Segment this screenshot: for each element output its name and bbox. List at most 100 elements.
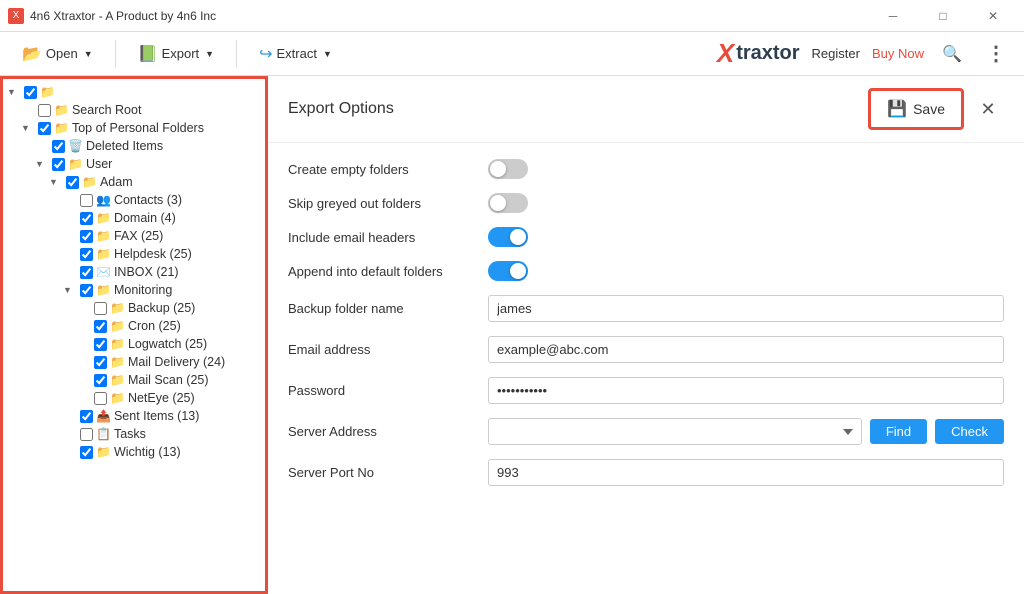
- search-icon-btn[interactable]: 🔍: [936, 38, 968, 70]
- text-input-5[interactable]: [488, 336, 1004, 363]
- tree-item-icon-20: 📁: [96, 445, 111, 459]
- tree-checkbox-10[interactable]: [80, 266, 93, 279]
- tree-item-5[interactable]: ▼📁Adam: [3, 173, 265, 191]
- tree-item-label-17: NetEye (25): [128, 391, 195, 405]
- export-options-panel: Export Options 💾 Save ✕ Create empty fol…: [268, 76, 1024, 594]
- tree-item-8[interactable]: 📁FAX (25): [3, 227, 265, 245]
- tree-item-14[interactable]: 📁Logwatch (25): [3, 335, 265, 353]
- tree-checkbox-2[interactable]: [38, 122, 51, 135]
- tree-checkbox-4[interactable]: [52, 158, 65, 171]
- tree-item-9[interactable]: 📁Helpdesk (25): [3, 245, 265, 263]
- tree-checkbox-5[interactable]: [66, 176, 79, 189]
- tree-checkbox-6[interactable]: [80, 194, 93, 207]
- toggle-1[interactable]: [488, 193, 528, 213]
- tree-checkbox-9[interactable]: [80, 248, 93, 261]
- toggle-knob-1: [490, 195, 506, 211]
- tree-item-7[interactable]: 📁Domain (4): [3, 209, 265, 227]
- tree-toggle-2[interactable]: ▼: [21, 123, 35, 133]
- tree-item-1[interactable]: 📁Search Root: [3, 101, 265, 119]
- logo-x: X: [717, 38, 734, 69]
- tree-checkbox-0[interactable]: [24, 86, 37, 99]
- main-content: ▼📁📁Search Root▼📁Top of Personal Folders🗑…: [0, 76, 1024, 594]
- maximize-button[interactable]: □: [920, 0, 966, 32]
- tree-checkbox-14[interactable]: [94, 338, 107, 351]
- separator-1: [115, 40, 116, 68]
- server-row: Find Check: [488, 418, 1004, 445]
- tree-item-11[interactable]: ▼📁Monitoring: [3, 281, 265, 299]
- form-label-4: Backup folder name: [288, 301, 488, 316]
- tree-checkbox-20[interactable]: [80, 446, 93, 459]
- tree-item-17[interactable]: 📁NetEye (25): [3, 389, 265, 407]
- tree-item-icon-3: 🗑️: [68, 139, 83, 153]
- tree-item-icon-9: 📁: [96, 247, 111, 261]
- tree-checkbox-15[interactable]: [94, 356, 107, 369]
- tree-toggle-11[interactable]: ▼: [63, 285, 77, 295]
- extract-button[interactable]: ↪ Extract ▼: [249, 39, 342, 69]
- tree-item-12[interactable]: 📁Backup (25): [3, 299, 265, 317]
- tree-item-0[interactable]: ▼📁: [3, 83, 265, 101]
- tree-item-label-2: Top of Personal Folders: [72, 121, 204, 135]
- tree-toggle-5[interactable]: ▼: [49, 177, 63, 187]
- save-button[interactable]: 💾 Save: [868, 88, 964, 130]
- form-row-5: Email address: [288, 336, 1004, 363]
- app-icon: X: [8, 8, 24, 24]
- tree-item-label-19: Tasks: [114, 427, 146, 441]
- tree-checkbox-11[interactable]: [80, 284, 93, 297]
- form-row-3: Append into default folders: [288, 261, 1004, 281]
- tree-item-label-6: Contacts (3): [114, 193, 182, 207]
- tree-item-16[interactable]: 📁Mail Scan (25): [3, 371, 265, 389]
- tree-item-6[interactable]: 👥Contacts (3): [3, 191, 265, 209]
- toggle-2[interactable]: [488, 227, 528, 247]
- toggle-knob-0: [490, 161, 506, 177]
- tree-item-10[interactable]: ✉️INBOX (21): [3, 263, 265, 281]
- tree-toggle-0[interactable]: ▼: [7, 87, 21, 97]
- tree-item-label-11: Monitoring: [114, 283, 172, 297]
- find-button[interactable]: Find: [870, 419, 927, 444]
- tree-checkbox-7[interactable]: [80, 212, 93, 225]
- tree-item-label-12: Backup (25): [128, 301, 195, 315]
- tree-item-15[interactable]: 📁Mail Delivery (24): [3, 353, 265, 371]
- minimize-button[interactable]: ─: [870, 0, 916, 32]
- password-input-6[interactable]: [488, 377, 1004, 404]
- register-link[interactable]: Register: [812, 46, 860, 61]
- form-control-3: [488, 261, 1004, 281]
- export-button[interactable]: 📗 Export ▼: [128, 39, 224, 69]
- more-options-btn[interactable]: ⋮: [980, 38, 1012, 70]
- toggle-0[interactable]: [488, 159, 528, 179]
- toggle-3[interactable]: [488, 261, 528, 281]
- tree-item-18[interactable]: 📤Sent Items (13): [3, 407, 265, 425]
- server-address-select[interactable]: [488, 418, 862, 445]
- tree-checkbox-19[interactable]: [80, 428, 93, 441]
- toggle-knob-3: [510, 263, 526, 279]
- tree-item-2[interactable]: ▼📁Top of Personal Folders: [3, 119, 265, 137]
- tree-item-19[interactable]: 📋Tasks: [3, 425, 265, 443]
- tree-item-label-14: Logwatch (25): [128, 337, 207, 351]
- tree-item-13[interactable]: 📁Cron (25): [3, 317, 265, 335]
- check-button[interactable]: Check: [935, 419, 1004, 444]
- tree-checkbox-8[interactable]: [80, 230, 93, 243]
- tree-item-20[interactable]: 📁Wichtig (13): [3, 443, 265, 461]
- extract-icon: ↪: [259, 44, 272, 64]
- form-body: Create empty foldersSkip greyed out fold…: [268, 143, 1024, 516]
- tree-item-label-16: Mail Scan (25): [128, 373, 209, 387]
- buy-now-link[interactable]: Buy Now: [872, 46, 924, 61]
- form-label-0: Create empty folders: [288, 162, 488, 177]
- tree-item-3[interactable]: 🗑️Deleted Items: [3, 137, 265, 155]
- open-button[interactable]: 📂 Open ▼: [12, 39, 103, 69]
- tree-checkbox-17[interactable]: [94, 392, 107, 405]
- tree-checkbox-1[interactable]: [38, 104, 51, 117]
- tree-checkbox-12[interactable]: [94, 302, 107, 315]
- titlebar: X 4n6 Xtraxtor - A Product by 4n6 Inc ─ …: [0, 0, 1024, 32]
- tree-checkbox-16[interactable]: [94, 374, 107, 387]
- text-input-8[interactable]: [488, 459, 1004, 486]
- tree-item-icon-10: ✉️: [96, 265, 111, 279]
- tree-item-label-9: Helpdesk (25): [114, 247, 192, 261]
- close-export-button[interactable]: ✕: [972, 93, 1004, 125]
- titlebar-close-button[interactable]: ✕: [970, 0, 1016, 32]
- text-input-4[interactable]: [488, 295, 1004, 322]
- tree-item-4[interactable]: ▼📁User: [3, 155, 265, 173]
- tree-toggle-4[interactable]: ▼: [35, 159, 49, 169]
- tree-checkbox-3[interactable]: [52, 140, 65, 153]
- tree-checkbox-18[interactable]: [80, 410, 93, 423]
- tree-checkbox-13[interactable]: [94, 320, 107, 333]
